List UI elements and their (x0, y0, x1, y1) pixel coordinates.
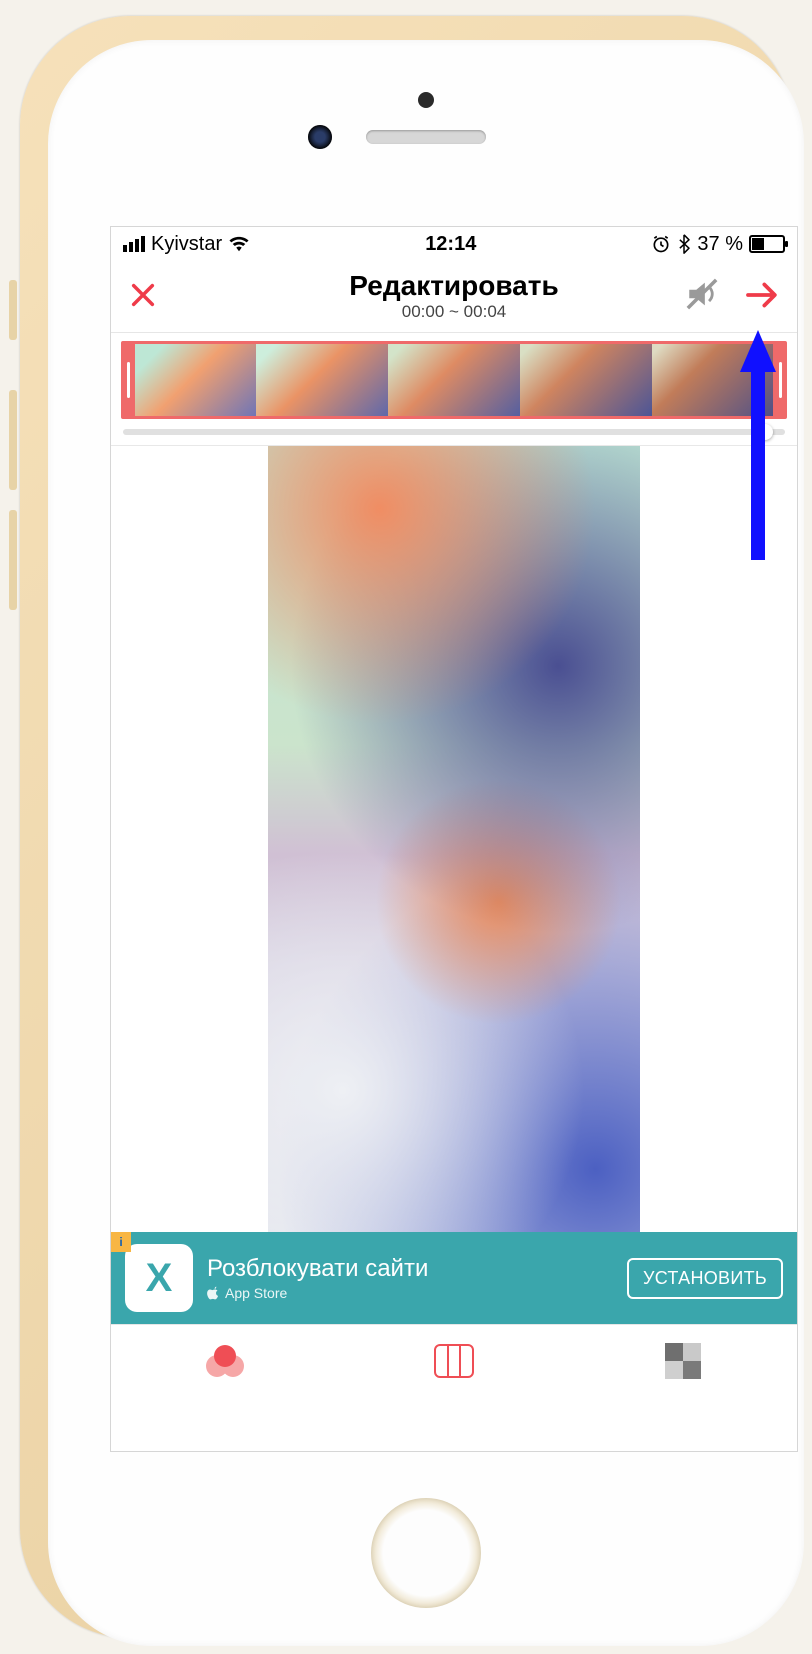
ad-install-button[interactable]: УСТАНОВИТЬ (627, 1258, 783, 1299)
screen: Kyivstar 12:14 (110, 226, 798, 1452)
ad-store-label: App Store (207, 1285, 428, 1301)
arrow-right-icon (745, 281, 779, 309)
wifi-icon (228, 235, 250, 253)
trim-handle-left[interactable] (121, 344, 135, 416)
bluetooth-icon (677, 234, 691, 254)
editor-header: Редактировать 00:00 ~ 00:04 (111, 261, 797, 333)
clock-label: 12:14 (425, 233, 476, 256)
front-camera (308, 125, 332, 149)
proximity-sensor (418, 92, 434, 108)
bottom-tab-bar (111, 1324, 797, 1396)
apple-icon (207, 1286, 221, 1300)
close-icon (129, 281, 157, 309)
layout-tab[interactable] (340, 1325, 569, 1396)
ad-text: Розблокувати сайти App Store (207, 1255, 428, 1301)
phone-frame-inner: Kyivstar 12:14 (48, 40, 804, 1646)
next-button[interactable] (745, 276, 779, 318)
mute-button[interactable] (685, 277, 719, 316)
ad-title: Розблокувати сайти (207, 1255, 428, 1283)
cellular-signal-icon (123, 236, 145, 252)
volume-down-button (9, 510, 17, 610)
volume-off-icon (685, 277, 719, 311)
timeline-thumb (520, 344, 652, 416)
volume-up-button (9, 390, 17, 490)
scrub-knob[interactable] (757, 424, 773, 440)
video-preview[interactable] (111, 446, 797, 1232)
trim-track[interactable] (121, 341, 787, 419)
ad-app-icon: X (125, 1244, 193, 1312)
pixelate-icon (665, 1343, 701, 1379)
columns-icon (434, 1344, 474, 1378)
status-bar: Kyivstar 12:14 (111, 227, 797, 261)
ad-info-badge[interactable]: i (111, 1232, 131, 1252)
status-right: 37 % (651, 233, 785, 256)
filters-tab[interactable] (111, 1325, 340, 1396)
preview-content (268, 446, 640, 1232)
battery-icon (749, 235, 785, 253)
carrier-label: Kyivstar (151, 233, 222, 256)
phone-frame-outer: Kyivstar 12:14 (20, 16, 792, 1638)
mute-switch (9, 280, 17, 340)
timeline-thumb (652, 344, 784, 416)
ad-banner[interactable]: i X Розблокувати сайти App Store УСТАНОВ… (111, 1232, 797, 1324)
timeline-thumb (256, 344, 388, 416)
timeline-thumb (388, 344, 520, 416)
close-button[interactable] (129, 279, 157, 315)
home-button[interactable] (371, 1498, 481, 1608)
status-left: Kyivstar (123, 233, 250, 256)
pixelate-tab[interactable] (568, 1325, 797, 1396)
speaker-grille (366, 130, 486, 144)
filters-icon (206, 1345, 244, 1377)
timeline-thumb (124, 344, 256, 416)
battery-percent-label: 37 % (697, 233, 743, 256)
trim-handle-right[interactable] (773, 344, 787, 416)
scrub-slider[interactable] (123, 429, 785, 435)
trim-section (111, 333, 797, 446)
alarm-icon (651, 234, 671, 254)
